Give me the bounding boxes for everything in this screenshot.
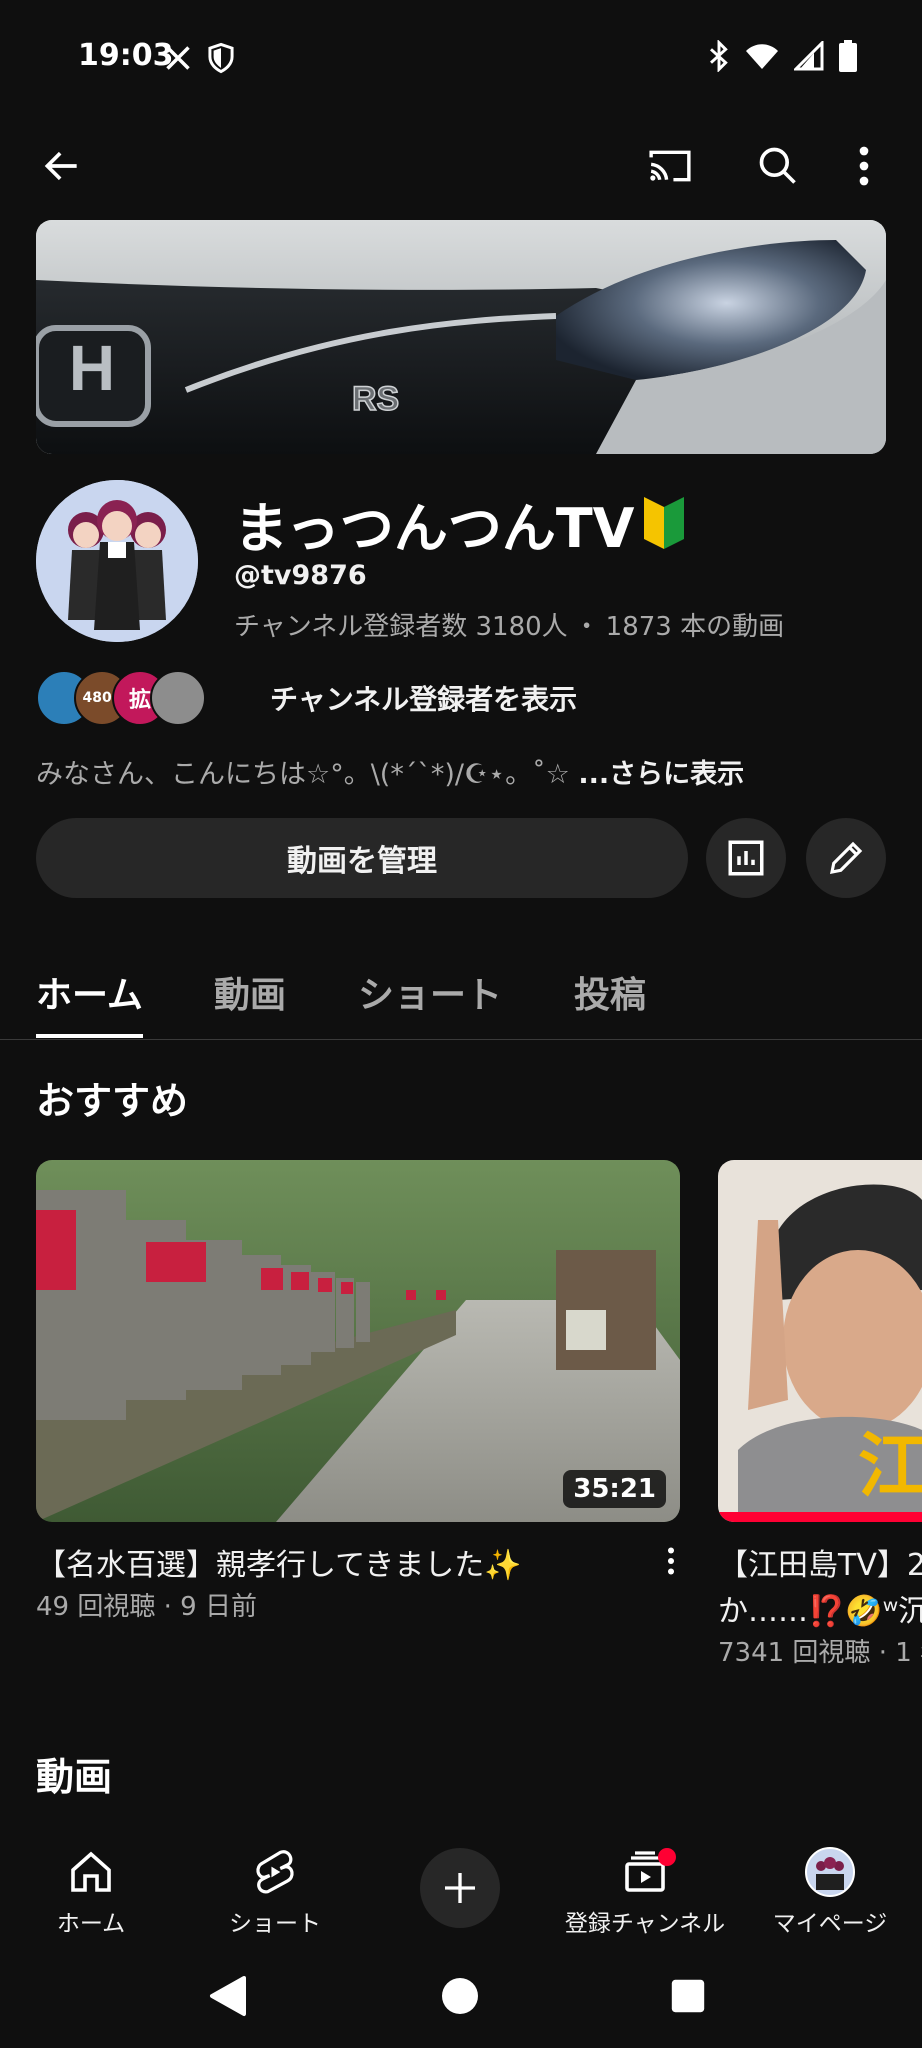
section-title-videos: 動画 — [36, 1755, 113, 1799]
more-vertical-icon — [667, 1547, 675, 1575]
nav-home[interactable]: ホーム — [6, 1844, 176, 1938]
show-more-link[interactable]: ...さらに表示 — [578, 759, 744, 790]
battery-icon — [839, 40, 857, 72]
shield-icon — [208, 42, 234, 74]
system-navigation-bar — [0, 1950, 922, 2048]
tab-shorts[interactable]: ショート — [358, 966, 502, 1018]
video-duration: 35:21 — [563, 1470, 666, 1508]
bottom-navigation: ホーム ショート 登録チャンネル マイページ — [0, 1832, 922, 1950]
subscriber-avatars: 4800 拡 — [36, 670, 208, 726]
cell-signal-icon — [794, 41, 824, 71]
banner-car-image: H RS — [36, 220, 886, 454]
beginner-mark-icon — [644, 496, 685, 549]
more-options-button[interactable] — [840, 134, 888, 198]
channel-avatar[interactable] — [36, 480, 198, 642]
cast-button[interactable] — [638, 134, 702, 198]
nav-my-page-label: マイページ — [772, 1911, 888, 1937]
tab-home[interactable]: ホーム — [36, 966, 143, 1018]
plus-icon — [445, 1873, 475, 1903]
bluetooth-icon — [710, 40, 728, 72]
pencil-icon — [829, 841, 863, 875]
stats-separator: ・ — [573, 612, 600, 642]
home-icon — [71, 1851, 111, 1892]
nav-subscriptions[interactable]: 登録チャンネル — [560, 1844, 730, 1938]
active-tab-indicator — [36, 1034, 143, 1038]
search-button[interactable] — [746, 134, 810, 198]
description-text: みなさん、こんにちは☆°。\(*ˊˋ*)/☪︎⋆。˚☆ — [36, 759, 579, 790]
view-subscribers-label: チャンネル登録者を表示 — [270, 683, 578, 716]
triangle-back-icon — [210, 1976, 246, 2016]
nav-my-page[interactable]: マイページ — [745, 1844, 915, 1938]
video-count: 1873 本の動画 — [605, 612, 785, 642]
video-more-button[interactable] — [646, 1536, 696, 1586]
svg-text:江: 江 — [858, 1427, 922, 1505]
account-avatar-icon — [805, 1847, 855, 1897]
cast-icon — [649, 150, 691, 182]
tab-videos[interactable]: 動画 — [214, 966, 286, 1018]
status-time: 19:03 — [78, 38, 174, 73]
more-vertical-icon — [859, 146, 869, 186]
x-logo-icon — [166, 46, 190, 70]
video-title-line2[interactable]: か……⁉️🤣ʷ沉 — [718, 1586, 922, 1630]
wifi-icon — [746, 44, 778, 69]
notification-dot — [658, 1848, 676, 1866]
nav-shorts[interactable]: ショート — [190, 1844, 360, 1938]
channel-name: まっつんつんTV — [234, 484, 686, 563]
shorts-icon — [256, 1850, 294, 1894]
back-button[interactable] — [30, 134, 94, 198]
view-subscribers-row[interactable]: 4800 拡 チャンネル登録者を表示 — [36, 668, 577, 728]
section-title-recommended: おすすめ — [36, 1079, 189, 1123]
manage-videos-button[interactable]: 動画を管理 — [36, 818, 688, 898]
nav-home-label: ホーム — [56, 1911, 126, 1937]
nav-subscriptions-label: 登録チャンネル — [564, 1911, 726, 1937]
search-icon — [759, 147, 796, 184]
analytics-button[interactable] — [706, 818, 786, 898]
edit-channel-button[interactable] — [806, 818, 886, 898]
system-back-button[interactable] — [196, 1964, 260, 2028]
back-arrow-icon — [44, 151, 77, 181]
square-recents-icon — [671, 1979, 705, 2013]
tab-posts[interactable]: 投稿 — [574, 966, 646, 1018]
video-title[interactable]: 【名水百選】親孝行してきました✨ — [36, 1540, 522, 1584]
video-title[interactable]: 【江田島TV】2 — [718, 1540, 922, 1584]
channel-handle: @tv9876 — [234, 560, 367, 591]
channel-tabs: ホーム 動画 ショート 投稿 — [0, 944, 922, 1040]
svg-text:H: H — [69, 332, 115, 404]
channel-stats: チャンネル登録者数 3180人・ 1873 本の動画 — [234, 606, 784, 643]
thumbnail-shrine-path-image — [36, 1160, 680, 1522]
video-thumbnail[interactable]: 35:21 — [36, 1160, 680, 1522]
channel-name-text: まっつんつんTV — [234, 497, 635, 560]
status-bar: 19:03 — [0, 0, 922, 118]
create-button[interactable] — [420, 1848, 500, 1928]
channel-banner: H RS — [36, 220, 886, 454]
top-app-bar — [0, 130, 922, 206]
avatar-characters-image — [36, 480, 198, 642]
subscriber-avatar — [150, 670, 206, 726]
circle-home-icon — [442, 1978, 478, 2014]
video-meta: 49 回視聴 · 9 日前 — [36, 1592, 257, 1622]
video-thumbnail[interactable]: 江 — [718, 1160, 922, 1522]
thumbnail-person-image: 江 — [718, 1160, 922, 1522]
video-meta: 7341 回視聴 · 1 年 — [718, 1638, 922, 1668]
nav-shorts-label: ショート — [229, 1911, 321, 1937]
channel-description[interactable]: みなさん、こんにちは☆°。\(*ˊˋ*)/☪︎⋆。˚☆ ...さらに表示 — [36, 752, 744, 791]
system-recents-button[interactable] — [656, 1964, 720, 2028]
svg-text:RS: RS — [352, 380, 399, 418]
subscriber-count: チャンネル登録者数 3180人 — [234, 612, 568, 642]
analytics-icon — [728, 840, 764, 876]
system-home-button[interactable] — [428, 1964, 492, 2028]
